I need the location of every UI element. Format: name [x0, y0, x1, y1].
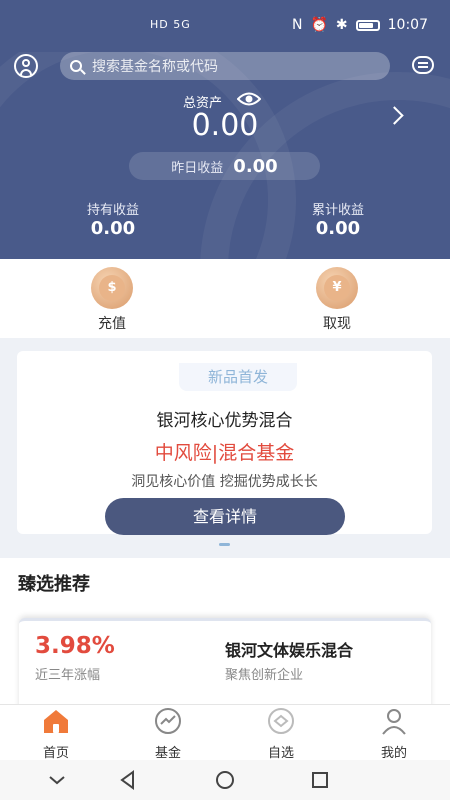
promo-banner[interactable]: 新品首发 银河核心优势混合 中风险|混合基金 洞见核心价值 挖掘优势成长长 查看…	[17, 351, 432, 535]
tab-watchlist-label: 自选	[267, 746, 294, 761]
fund-chart-icon	[155, 708, 181, 734]
account-icon[interactable]	[14, 54, 38, 78]
system-nav-bar	[0, 760, 450, 800]
recents-icon[interactable]	[308, 768, 332, 792]
recommend-fund-desc: 聚焦创新企业	[225, 668, 304, 683]
status-bar: HD 5G N ⏰ ✱ 10:07	[0, 0, 450, 52]
carousel-indicator	[219, 543, 230, 546]
watchlist-icon	[268, 708, 294, 734]
yesterday-earnings: 昨日收益 0.00	[129, 152, 320, 180]
clock: 10:07	[387, 17, 428, 33]
quick-actions: $ 充值 ¥ 取现	[0, 259, 450, 338]
back-icon[interactable]	[116, 768, 140, 792]
tab-fund[interactable]: 基金	[128, 707, 208, 761]
search-input[interactable]: 搜索基金名称或代码	[60, 52, 390, 80]
return-rate-label: 近三年涨幅	[35, 668, 101, 683]
money-bag-icon: $	[91, 267, 133, 309]
recharge-label: 充值	[98, 316, 126, 332]
tab-home[interactable]: 首页	[16, 707, 96, 761]
cumulative-earnings-label: 累计收益	[311, 203, 364, 218]
signal-indicator: HD 5G	[150, 18, 191, 31]
bottom-tab-bar: 首页 基金 自选 我的	[0, 704, 450, 761]
nfc-icon: N	[291, 17, 303, 33]
chevron-down-icon[interactable]	[45, 768, 69, 792]
yesterday-earnings-value: 0.00	[233, 155, 278, 177]
tab-mine-label: 我的	[380, 746, 407, 761]
alarm-icon: ⏰	[310, 17, 328, 33]
person-icon	[382, 709, 406, 735]
total-assets-value: 0.00	[191, 108, 259, 143]
message-icon[interactable]	[412, 56, 434, 74]
banner-slogan: 洞见核心价值 挖掘优势成长长	[131, 474, 318, 490]
yesterday-earnings-label: 昨日收益	[171, 160, 224, 176]
cumulative-earnings-value: 0.00	[315, 218, 361, 239]
tab-home-label: 首页	[42, 746, 69, 761]
tab-fund-label: 基金	[154, 746, 181, 761]
status-icons: N ⏰ ✱ 10:07	[292, 17, 428, 33]
return-rate: 3.98%	[35, 633, 115, 659]
recommend-section: 臻选推荐 3.98% 近三年涨幅 银河文体娱乐混合 聚焦创新企业	[0, 558, 450, 721]
home-icon	[44, 710, 68, 733]
recharge-button[interactable]: $ 充值	[62, 267, 162, 333]
search-placeholder: 搜索基金名称或代码	[92, 59, 218, 75]
banner-tag: 新品首发	[179, 363, 297, 391]
holding-earnings-value: 0.00	[90, 218, 136, 239]
tab-mine[interactable]: 我的	[354, 707, 434, 761]
battery-icon	[355, 19, 380, 31]
recommend-title: 臻选推荐	[18, 574, 90, 595]
eye-icon[interactable]	[237, 92, 261, 106]
banner-carousel: 新品首发 银河核心优势混合 中风险|混合基金 洞见核心价值 挖掘优势成长长 查看…	[0, 338, 450, 558]
home-circle-icon[interactable]	[213, 768, 237, 792]
tab-watchlist[interactable]: 自选	[241, 707, 321, 761]
top-bar: 搜索基金名称或代码	[0, 52, 450, 86]
atm-icon: ¥	[316, 267, 358, 309]
holding-earnings-label: 持有收益	[86, 203, 139, 218]
banner-fund-name: 银河核心优势混合	[156, 411, 293, 431]
withdraw-button[interactable]: ¥ 取现	[287, 267, 387, 333]
banner-risk-label: 中风险|混合基金	[154, 442, 295, 464]
withdraw-label: 取现	[323, 316, 351, 332]
search-icon	[70, 60, 82, 72]
view-details-button[interactable]: 查看详情	[105, 498, 345, 535]
recommend-fund-name: 银河文体娱乐混合	[225, 641, 354, 660]
bluetooth-icon: ✱	[335, 17, 348, 33]
